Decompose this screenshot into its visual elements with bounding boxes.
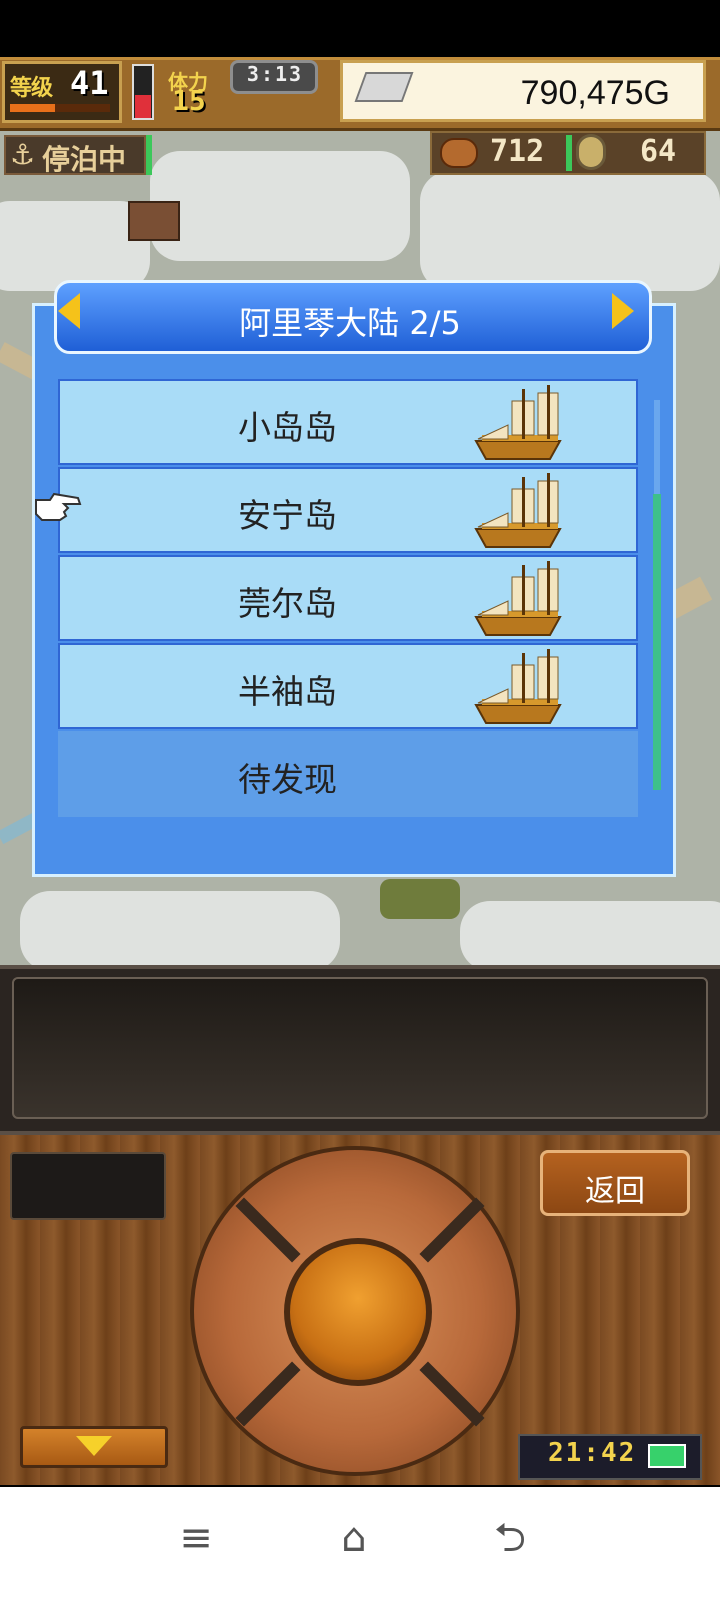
home-icon[interactable]: ⌂ [324, 1508, 384, 1568]
coin-icon [576, 134, 606, 170]
level-label: 等级 [10, 76, 53, 101]
dpad-center-button[interactable] [284, 1238, 432, 1386]
sailing-ship-icon [474, 561, 562, 636]
money-amount: 790,475G [520, 74, 670, 112]
docked-indicator [146, 135, 152, 175]
island-row[interactable]: 小岛岛 [58, 379, 638, 465]
island-name: 小岛岛 [238, 408, 337, 447]
down-arrow-icon [76, 1436, 112, 1456]
back-button-label: 返回 [585, 1174, 645, 1209]
battery-icon [648, 1444, 686, 1468]
menu-icon[interactable]: ≡ [166, 1508, 226, 1568]
message-box [12, 977, 708, 1119]
coin-value: 64 [640, 134, 677, 169]
island-name: 安宁岛 [238, 496, 337, 535]
region-title: 阿里琴大陆 2/5 [239, 304, 461, 342]
level-value: 41 [70, 64, 109, 102]
island-row-undiscovered[interactable]: 待发现 [58, 731, 638, 817]
island-row[interactable]: 安宁岛 [58, 467, 638, 553]
crew-value: 15 [172, 84, 206, 117]
top-black-band [0, 0, 720, 57]
food-indicator [566, 135, 572, 171]
island-name: 待发现 [238, 760, 337, 799]
sailing-ship-icon [474, 649, 562, 724]
anchor-icon: ⚓ [10, 138, 36, 171]
food-value: 712 [490, 134, 545, 169]
game-time: 3:13 [246, 62, 304, 86]
docked-label: 停泊中 [42, 143, 127, 176]
level-progress-fill [10, 104, 55, 112]
empty-slot [10, 1152, 166, 1220]
island-name: 莞尔岛 [238, 584, 337, 623]
sailing-ship-icon [474, 473, 562, 548]
sailing-ship-icon [474, 385, 562, 460]
list-scrollbar-thumb[interactable] [653, 494, 661, 790]
island-row[interactable]: 半袖岛 [58, 643, 638, 729]
prev-page-arrow-icon[interactable] [58, 293, 80, 329]
food-icon [440, 138, 478, 168]
hp-gauge-fill [135, 95, 151, 118]
next-page-arrow-icon[interactable] [612, 293, 634, 329]
island-name: 半袖岛 [238, 672, 337, 711]
real-time-clock: 21:42 [548, 1438, 637, 1468]
back-nav-icon[interactable]: ⮌ [480, 1508, 540, 1568]
island-row[interactable]: 莞尔岛 [58, 555, 638, 641]
pointing-hand-icon [35, 492, 82, 521]
